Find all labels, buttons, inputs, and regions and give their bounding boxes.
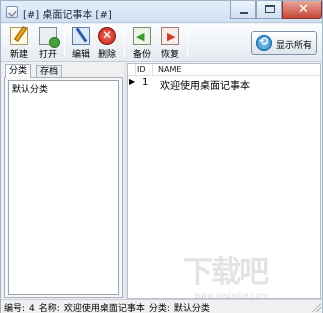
category-tree[interactable]: 默认分类 [8,80,119,295]
row-id: 1 [142,77,149,88]
delete-button[interactable]: 删除 [93,25,121,61]
tab-category[interactable]: 分类 [5,64,32,78]
restore-button-label: 恢复 [160,50,179,60]
column-header-id[interactable]: ID [137,65,146,74]
close-button[interactable]: ✕ [282,1,322,19]
minimize-button[interactable] [230,1,256,19]
app-window: [#] 桌面记事本 [#] ✕ 新建 打开 编辑 删除 备份 [0,0,323,313]
column-header-name[interactable]: NAME [158,65,181,74]
row-selector-header [128,64,136,76]
status-bar: 编号: 4 名称: 欢迎使用桌面记事本 分类: 默认分类 [1,299,322,313]
close-icon: ✕ [298,2,309,17]
backup-icon [133,27,151,45]
delete-button-label: 删除 [97,50,116,60]
status-name-value: 欢迎使用桌面记事本 [63,304,145,313]
table-row[interactable]: ▶ 1 欢迎使用桌面记事本 [128,77,320,92]
status-number-label: 编号: [4,304,26,313]
toolbar: 新建 打开 编辑 删除 备份 恢复 显示所有 [1,24,322,62]
open-icon [39,27,60,48]
row-name: 欢迎使用桌面记事本 [160,81,250,92]
open-button-label: 打开 [38,50,57,60]
category-tab-panel: 默认分类 [4,77,123,298]
status-category-label: 分类: [148,304,170,313]
maximize-button[interactable] [256,1,282,19]
list-header: ID NAME [128,64,320,76]
status-number-value: 4 [29,304,35,313]
maximize-icon [265,5,275,13]
window-title: [#] 桌面记事本 [#] [23,10,112,21]
app-icon [6,6,18,18]
column-divider[interactable] [152,64,153,76]
show-all-button[interactable]: 显示所有 [251,31,317,55]
status-name-label: 名称: [38,304,60,313]
toolbar-separator [187,29,188,57]
watermark: 下载吧 [183,255,269,290]
title-bar[interactable]: [#] 桌面记事本 [#] ✕ [1,1,322,23]
resize-grip-icon[interactable] [312,303,321,312]
refresh-icon [256,35,272,51]
window-controls: ✕ [230,1,322,21]
edit-icon [72,27,90,45]
show-all-label: 显示所有 [276,41,313,51]
restore-button[interactable]: 恢复 [156,25,184,61]
delete-icon [98,27,116,45]
status-text: 编号: 4 名称: 欢迎使用桌面记事本 分类: 默认分类 [4,301,210,313]
minimize-icon [240,12,248,14]
current-row-indicator-icon: ▶ [129,77,136,86]
category-item-default[interactable]: 默认分类 [12,82,48,95]
new-note-icon [10,27,28,45]
category-panel: 分类 存档 默认分类 [4,64,123,298]
category-tabs: 分类 存档 [4,64,123,78]
open-button[interactable]: 打开 [34,25,62,61]
status-category-value: 默认分类 [173,304,210,313]
restore-icon [161,27,179,45]
new-button[interactable]: 新建 [5,25,33,61]
